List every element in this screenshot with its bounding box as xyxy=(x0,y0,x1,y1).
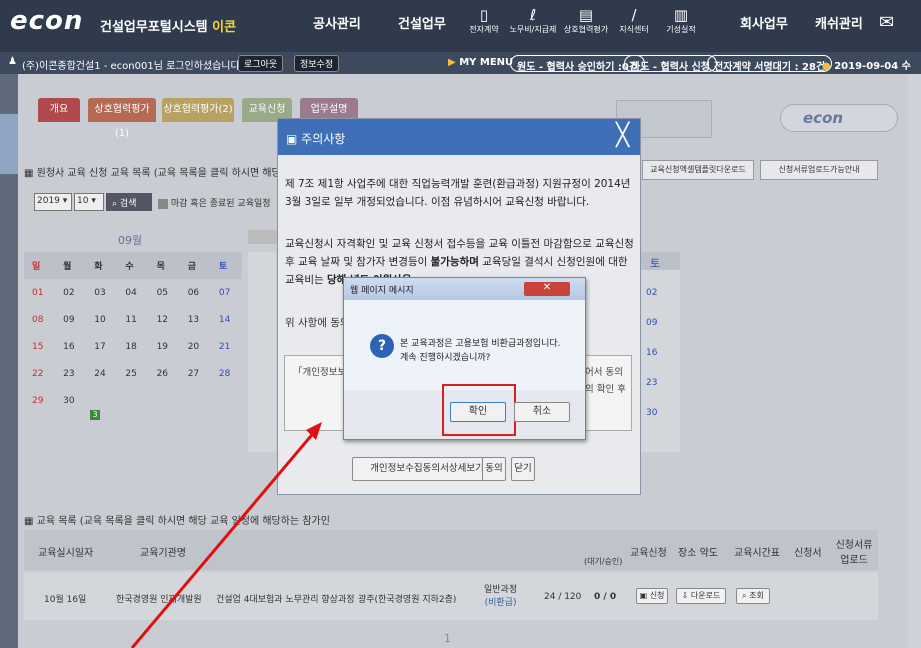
red-arrow-annotation xyxy=(130,422,322,648)
